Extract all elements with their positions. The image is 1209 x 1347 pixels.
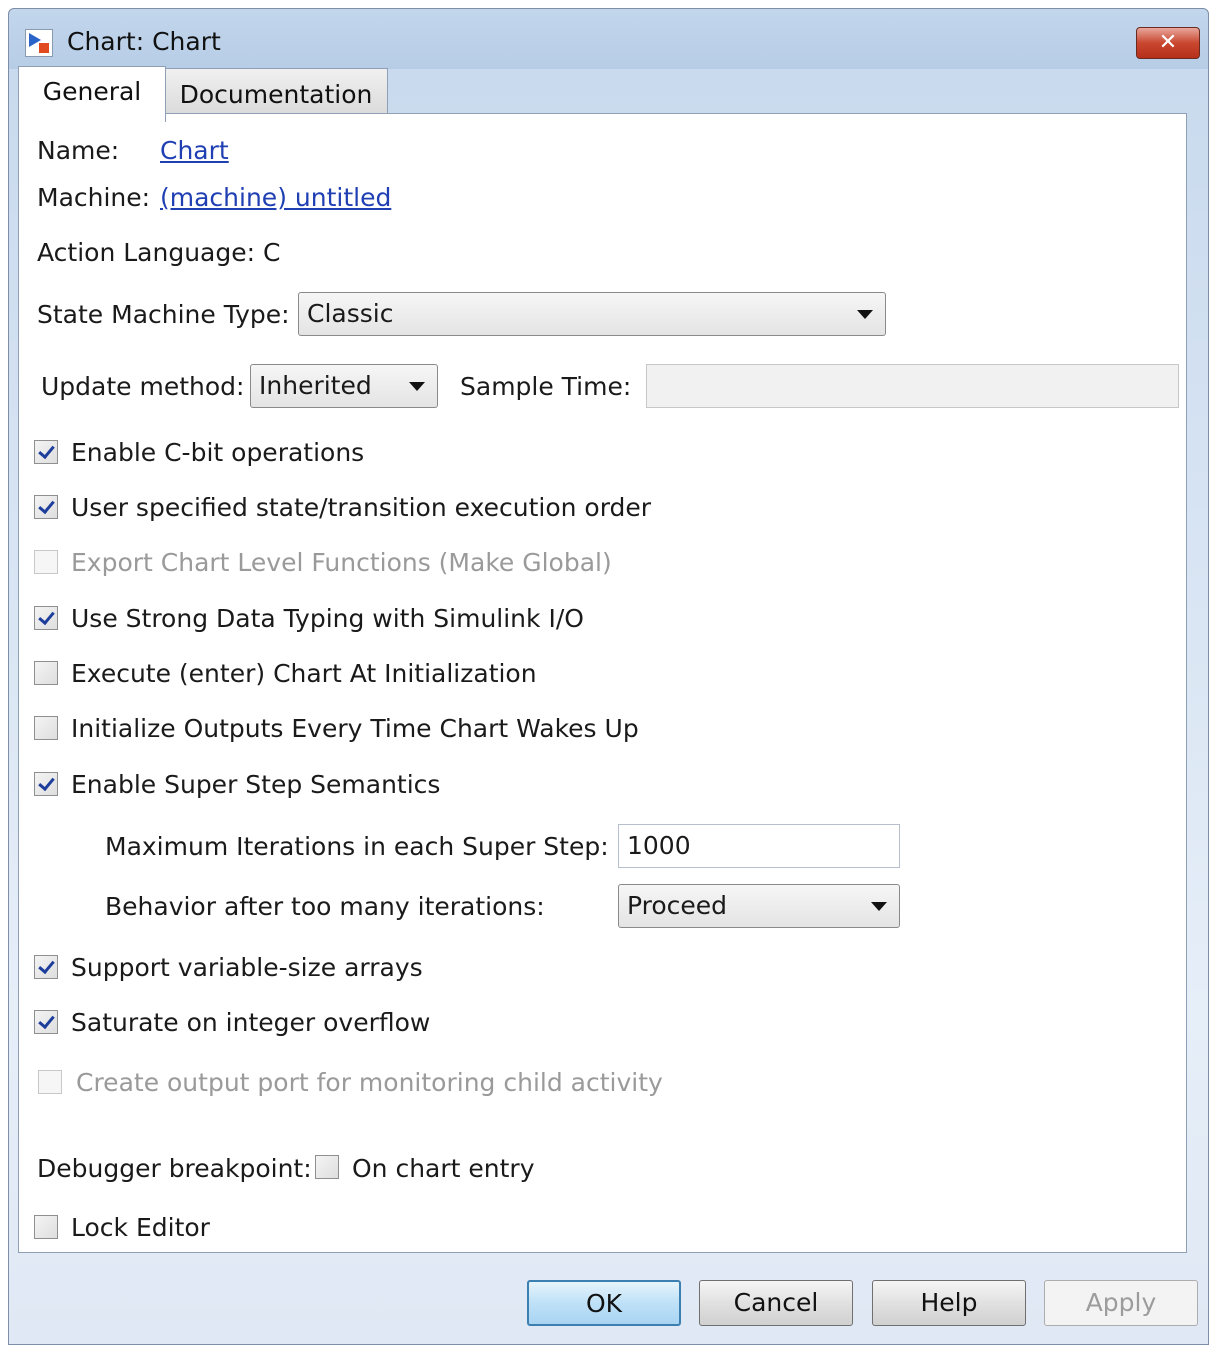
close-button[interactable]: ✕: [1136, 27, 1200, 59]
machine-label: Machine:: [37, 183, 151, 212]
apply-button[interactable]: Apply: [1044, 1280, 1198, 1326]
update-method-value: Inherited: [259, 371, 372, 400]
update-method-dropdown[interactable]: Inherited: [250, 364, 438, 408]
export-functions-label: Export Chart Level Functions (Make Globa…: [71, 548, 612, 577]
sample-time-input[interactable]: [646, 364, 1179, 408]
help-button[interactable]: Help: [872, 1280, 1026, 1326]
name-label: Name:: [37, 136, 120, 165]
debugger-breakpoint-label: Debugger breakpoint:: [37, 1154, 312, 1183]
execute-at-init-checkbox[interactable]: [34, 661, 58, 685]
initialize-outputs-checkbox[interactable]: [34, 716, 58, 740]
variable-size-arrays-checkbox[interactable]: [34, 955, 58, 979]
child-activity-label: Create output port for monitoring child …: [76, 1068, 663, 1097]
saturate-overflow-checkbox[interactable]: [34, 1010, 58, 1034]
cancel-button[interactable]: Cancel: [699, 1280, 853, 1326]
state-machine-type-label: State Machine Type:: [37, 300, 290, 329]
strong-typing-checkbox[interactable]: [34, 606, 58, 630]
sample-time-label: Sample Time:: [460, 372, 632, 401]
ok-button[interactable]: OK: [527, 1280, 681, 1326]
tab-documentation[interactable]: Documentation: [164, 68, 388, 118]
chevron-down-icon: [871, 902, 887, 911]
tab-general[interactable]: General: [18, 66, 166, 122]
lock-editor-checkbox[interactable]: [34, 1215, 58, 1239]
name-link[interactable]: Chart: [160, 136, 229, 165]
execution-order-label: User specified state/transition executio…: [71, 493, 652, 522]
behavior-value: Proceed: [627, 891, 728, 920]
enable-cbit-label: Enable C-bit operations: [71, 438, 365, 467]
max-iterations-input[interactable]: 1000: [618, 824, 900, 868]
execute-at-init-label: Execute (enter) Chart At Initialization: [71, 659, 537, 688]
initialize-outputs-label: Initialize Outputs Every Time Chart Wake…: [71, 714, 639, 743]
machine-link[interactable]: (machine) untitled: [160, 183, 391, 212]
stateflow-chart-icon: [25, 29, 53, 57]
chevron-down-icon: [409, 382, 425, 391]
saturate-overflow-label: Saturate on integer overflow: [71, 1008, 431, 1037]
enable-cbit-checkbox[interactable]: [34, 440, 58, 464]
variable-size-arrays-label: Support variable-size arrays: [71, 953, 423, 982]
title-bar[interactable]: Chart: Chart ✕: [9, 9, 1208, 73]
super-step-label: Enable Super Step Semantics: [71, 770, 441, 799]
max-iterations-label: Maximum Iterations in each Super Step:: [105, 832, 609, 861]
execution-order-checkbox[interactable]: [34, 495, 58, 519]
strong-typing-label: Use Strong Data Typing with Simulink I/O: [71, 604, 584, 633]
behavior-dropdown[interactable]: Proceed: [618, 884, 900, 928]
child-activity-checkbox[interactable]: [38, 1070, 62, 1094]
action-language-label: Action Language: C: [37, 238, 281, 267]
on-chart-entry-label: On chart entry: [352, 1154, 535, 1183]
state-machine-type-value: Classic: [307, 299, 394, 328]
update-method-label: Update method:: [41, 372, 245, 401]
chevron-down-icon: [857, 310, 873, 319]
behavior-label: Behavior after too many iterations:: [105, 892, 545, 921]
super-step-checkbox[interactable]: [34, 772, 58, 796]
window-title: Chart: Chart: [67, 27, 221, 56]
on-chart-entry-checkbox[interactable]: [315, 1155, 339, 1179]
export-functions-checkbox[interactable]: [34, 550, 58, 574]
state-machine-type-dropdown[interactable]: Classic: [298, 292, 886, 336]
lock-editor-label: Lock Editor: [71, 1213, 210, 1242]
